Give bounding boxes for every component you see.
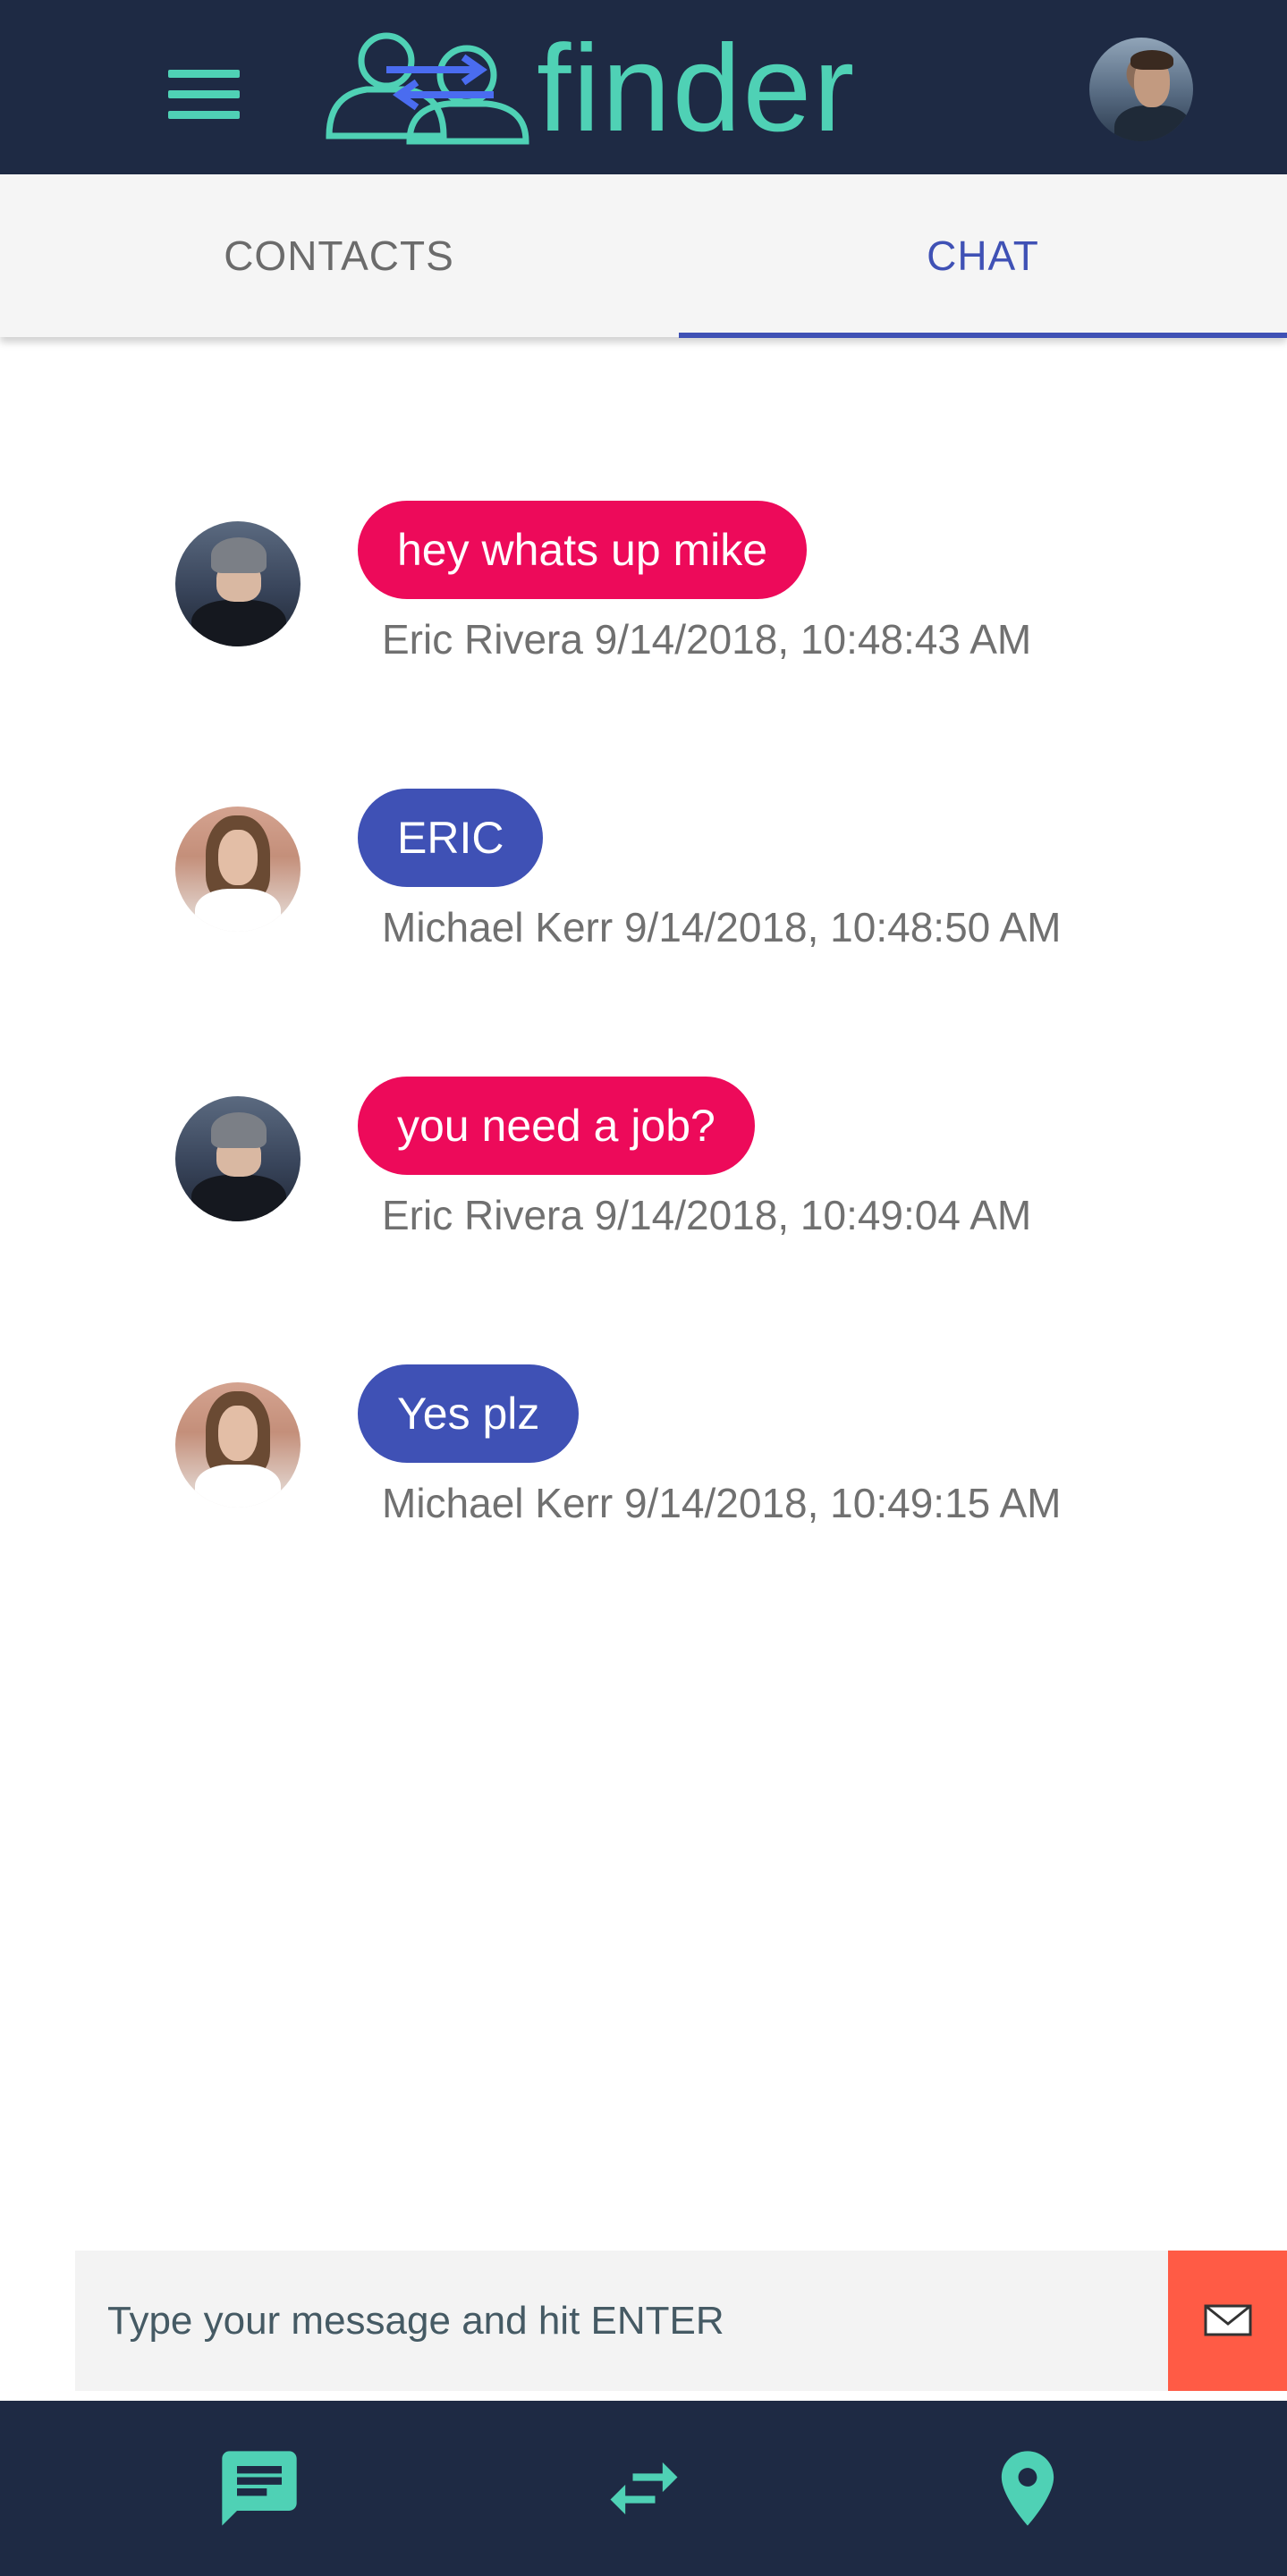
chat-screen: finder CONTACTS CHAT hey whats up mike E… <box>0 0 1287 2576</box>
bottom-navigation <box>0 2401 1287 2576</box>
message-meta: Michael Kerr 9/14/2018, 10:49:15 AM <box>382 1480 1062 1526</box>
message-input[interactable] <box>75 2251 1168 2391</box>
user-avatar[interactable] <box>1089 38 1193 141</box>
nav-swap-button[interactable] <box>555 2401 733 2576</box>
message-meta: Michael Kerr 9/14/2018, 10:48:50 AM <box>382 904 1062 950</box>
swap-arrows-icon <box>610 2462 678 2515</box>
nav-location-button[interactable] <box>938 2401 1117 2576</box>
tab-bar: CONTACTS CHAT <box>0 174 1287 338</box>
top-app-bar: finder <box>0 0 1287 174</box>
tab-chat[interactable]: CHAT <box>679 174 1287 337</box>
message-meta: Eric Rivera 9/14/2018, 10:49:04 AM <box>382 1192 1032 1238</box>
envelope-icon <box>1204 2304 1252 2336</box>
sender-avatar-michael <box>175 1382 301 1508</box>
people-swap-logo-icon <box>326 32 529 145</box>
location-pin-icon <box>1001 2451 1054 2526</box>
message-item: ERIC Michael Kerr 9/14/2018, 10:48:50 AM <box>0 789 1287 1003</box>
message-item: you need a job? Eric Rivera 9/14/2018, 1… <box>0 1077 1287 1291</box>
nav-chat-button[interactable] <box>170 2401 349 2576</box>
message-bubble: ERIC <box>358 789 544 887</box>
sender-avatar-michael <box>175 807 301 932</box>
chat-icon <box>222 2451 297 2526</box>
message-composer <box>75 2251 1287 2391</box>
message-bubble: you need a job? <box>358 1077 755 1175</box>
sender-avatar-eric <box>175 1096 301 1221</box>
message-meta: Eric Rivera 9/14/2018, 10:48:43 AM <box>382 616 1032 663</box>
message-item: hey whats up mike Eric Rivera 9/14/2018,… <box>0 501 1287 715</box>
sender-avatar-eric <box>175 521 301 646</box>
brand-name: finder <box>537 20 857 157</box>
send-button[interactable] <box>1168 2251 1287 2391</box>
tab-contacts[interactable]: CONTACTS <box>17 174 661 337</box>
hamburger-menu-icon[interactable] <box>168 70 240 120</box>
active-tab-indicator <box>679 333 1287 338</box>
message-item: Yes plz Michael Kerr 9/14/2018, 10:49:15… <box>0 1364 1287 1579</box>
app-logo: finder <box>324 20 878 157</box>
message-bubble: Yes plz <box>358 1364 580 1463</box>
message-bubble: hey whats up mike <box>358 501 808 599</box>
